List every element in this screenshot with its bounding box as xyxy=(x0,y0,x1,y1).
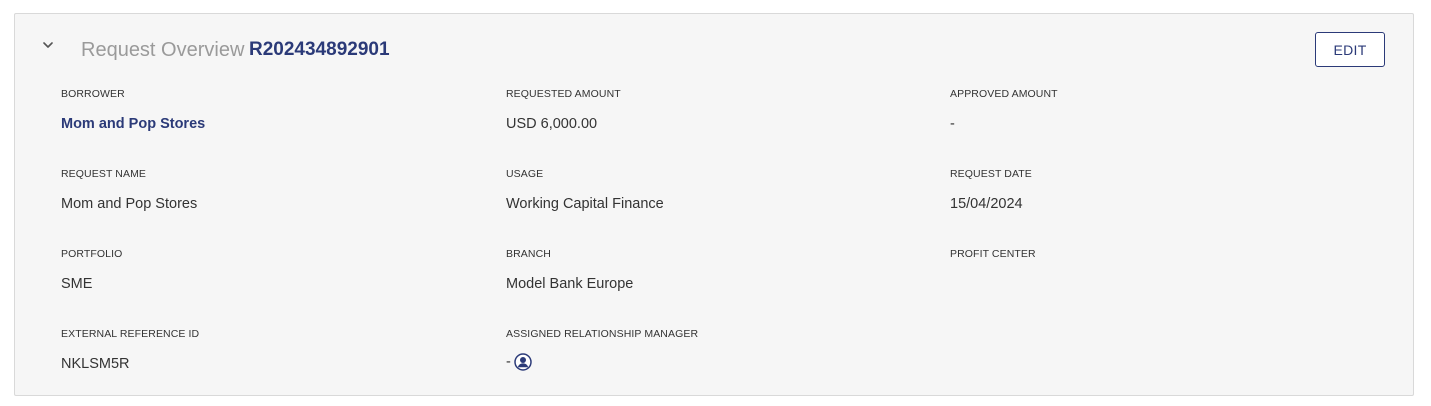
request-date-label: REQUEST DATE xyxy=(950,168,1032,180)
approved-amount-label: APPROVED AMOUNT xyxy=(950,88,1058,100)
usage-field: USAGE Working Capital Finance xyxy=(506,168,664,213)
branch-value: Model Bank Europe xyxy=(506,276,634,292)
request-name-label: REQUEST NAME xyxy=(61,168,147,180)
external-reference-id-label: EXTERNAL REFERENCE ID xyxy=(61,328,200,340)
request-date-field: REQUEST DATE 15/04/2024 xyxy=(950,168,1032,213)
assigned-relationship-manager-value: - xyxy=(506,354,511,370)
requested-amount-field: REQUESTED AMOUNT USD 6,000.00 xyxy=(506,88,621,133)
portfolio-value: SME xyxy=(61,276,93,292)
profit-center-label: PROFIT CENTER xyxy=(950,248,1036,260)
usage-value: Working Capital Finance xyxy=(506,196,664,212)
requested-amount-label: REQUESTED AMOUNT xyxy=(506,88,621,100)
external-reference-id-value: NKLSM5R xyxy=(61,356,130,372)
user-avatar-icon[interactable] xyxy=(514,353,532,371)
borrower-field: BORROWER Mom and Pop Stores xyxy=(61,88,205,133)
external-reference-id-field: EXTERNAL REFERENCE ID NKLSM5R xyxy=(61,328,199,373)
borrower-label: BORROWER xyxy=(61,88,125,100)
profit-center-field: PROFIT CENTER xyxy=(950,248,1036,275)
approved-amount-value: - xyxy=(950,116,955,132)
request-overview-card: Request Overview R202434892901 EDIT BORR… xyxy=(14,13,1414,396)
request-id: R202434892901 xyxy=(249,39,390,60)
request-name-field: REQUEST NAME Mom and Pop Stores xyxy=(61,168,197,213)
request-date-value: 15/04/2024 xyxy=(950,196,1023,212)
assigned-relationship-manager-field: ASSIGNED RELATIONSHIP MANAGER - xyxy=(506,328,698,371)
borrower-link[interactable]: Mom and Pop Stores xyxy=(61,115,205,133)
section-title: Request Overview xyxy=(81,39,245,61)
portfolio-field: PORTFOLIO SME xyxy=(61,248,122,293)
branch-field: BRANCH Model Bank Europe xyxy=(506,248,633,293)
portfolio-label: PORTFOLIO xyxy=(61,248,123,260)
request-name-value: Mom and Pop Stores xyxy=(61,196,198,212)
assigned-relationship-manager-label: ASSIGNED RELATIONSHIP MANAGER xyxy=(506,328,699,340)
assigned-relationship-manager-value-row: - xyxy=(506,353,698,371)
edit-button[interactable]: EDIT xyxy=(1315,32,1385,67)
requested-amount-value: USD 6,000.00 xyxy=(506,116,598,132)
branch-label: BRANCH xyxy=(506,248,551,260)
approved-amount-field: APPROVED AMOUNT - xyxy=(950,88,1058,133)
chevron-down-icon[interactable] xyxy=(41,38,55,52)
usage-label: USAGE xyxy=(506,168,544,180)
